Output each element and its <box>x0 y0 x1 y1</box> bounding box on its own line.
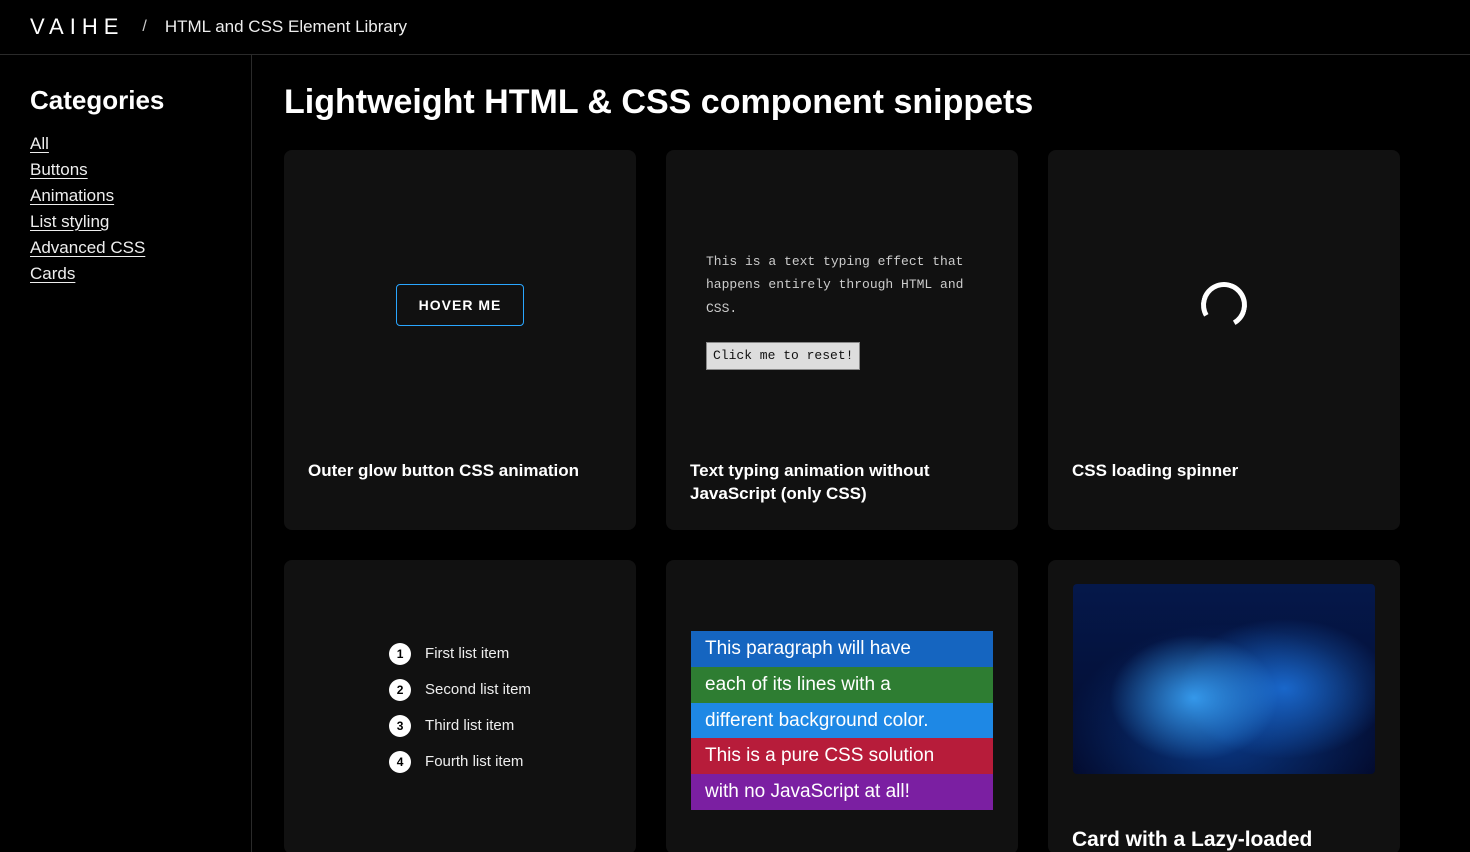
typing-text: This is a text typing effect that happen… <box>706 250 978 320</box>
card-grid: HOVER ME Outer glow button CSS animation… <box>284 150 1438 852</box>
card-preview <box>1048 560 1400 810</box>
card-title: Text typing animation without JavaScript… <box>666 460 1018 530</box>
list-item-label: Second list item <box>425 681 531 698</box>
list-item: 4 Fourth list item <box>389 751 531 773</box>
logo[interactable]: VAIHE <box>30 14 124 40</box>
sidebar-item-cards[interactable]: Cards <box>30 264 75 283</box>
sidebar-item-all[interactable]: All <box>30 134 49 153</box>
breadcrumb-separator: / <box>142 18 146 36</box>
sidebar-item-animations[interactable]: Animations <box>30 186 114 205</box>
topbar: VAIHE / HTML and CSS Element Library <box>0 0 1470 55</box>
snippet-card[interactable]: Card with a Lazy-loaded <box>1048 560 1400 852</box>
list-number-icon: 4 <box>389 751 411 773</box>
card-preview: HOVER ME <box>284 150 636 460</box>
reset-button[interactable]: Click me to reset! <box>706 342 860 369</box>
hover-me-button[interactable]: HOVER ME <box>396 284 525 326</box>
list-item-label: First list item <box>425 645 509 662</box>
list-number-icon: 1 <box>389 643 411 665</box>
abstract-image <box>1073 584 1375 774</box>
colored-line: This is a pure CSS solution <box>691 738 993 774</box>
card-title: Card with a Lazy-loaded <box>1048 810 1400 852</box>
card-preview: This paragraph will have each of its lin… <box>666 560 1018 810</box>
list-item: 1 First list item <box>389 643 531 665</box>
main-content: Lightweight HTML & CSS component snippet… <box>252 55 1470 852</box>
card-preview: This is a text typing effect that happen… <box>666 150 1018 460</box>
sidebar-title: Categories <box>30 85 221 116</box>
spinner-icon <box>1196 277 1252 333</box>
colored-paragraph: This paragraph will have each of its lin… <box>691 631 993 810</box>
sidebar-item-buttons[interactable]: Buttons <box>30 160 88 179</box>
card-preview: 1 First list item 2 Second list item 3 Thir… <box>284 560 636 810</box>
colored-line: This paragraph will have <box>691 631 993 667</box>
list-number-icon: 2 <box>389 679 411 701</box>
list-item: 3 Third list item <box>389 715 531 737</box>
snippet-card[interactable]: This paragraph will have each of its lin… <box>666 560 1018 852</box>
breadcrumb[interactable]: HTML and CSS Element Library <box>165 17 407 37</box>
page-title: Lightweight HTML & CSS component snippet… <box>284 83 1438 122</box>
snippet-card[interactable]: 1 First list item 2 Second list item 3 Thir… <box>284 560 636 852</box>
colored-line: different background color. <box>691 703 993 739</box>
sidebar: Categories All Buttons Animations List s… <box>0 55 252 852</box>
numbered-list: 1 First list item 2 Second list item 3 Thir… <box>389 643 531 787</box>
list-number-icon: 3 <box>389 715 411 737</box>
card-title: Outer glow button CSS animation <box>284 460 636 507</box>
card-title: CSS loading spinner <box>1048 460 1400 507</box>
snippet-card[interactable]: HOVER ME Outer glow button CSS animation <box>284 150 636 530</box>
list-item-label: Third list item <box>425 717 514 734</box>
colored-line: each of its lines with a <box>691 667 993 703</box>
card-preview <box>1048 150 1400 460</box>
colored-line: with no JavaScript at all! <box>691 774 993 810</box>
list-item-label: Fourth list item <box>425 753 523 770</box>
list-item: 2 Second list item <box>389 679 531 701</box>
sidebar-item-advanced-css[interactable]: Advanced CSS <box>30 238 145 257</box>
snippet-card[interactable]: CSS loading spinner <box>1048 150 1400 530</box>
sidebar-item-list-styling[interactable]: List styling <box>30 212 109 231</box>
category-list: All Buttons Animations List styling Adva… <box>30 134 221 284</box>
snippet-card[interactable]: This is a text typing effect that happen… <box>666 150 1018 530</box>
